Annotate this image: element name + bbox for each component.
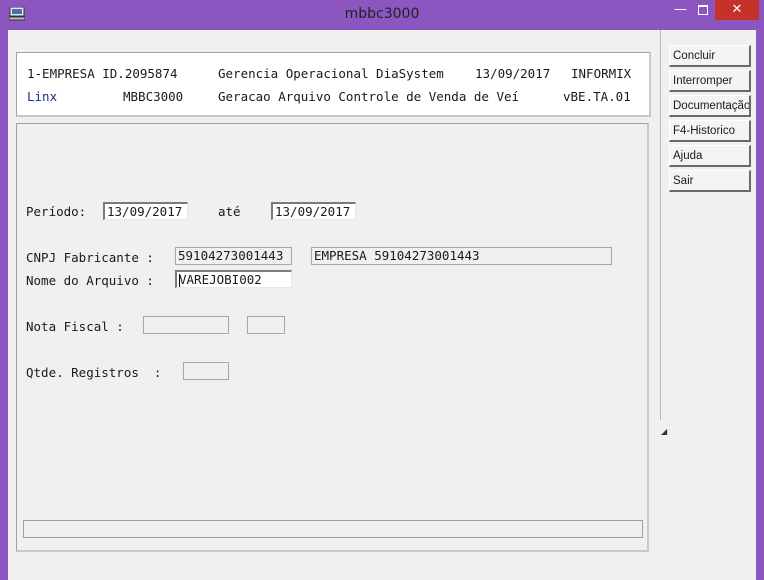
ajuda-button[interactable]: Ajuda: [669, 145, 751, 167]
panel-splitter[interactable]: [660, 30, 661, 420]
arquivo-label: Nome do Arquivo :: [26, 273, 154, 288]
program-description: Geracao Arquivo Controle de Venda de Veí: [218, 89, 520, 104]
periodo-from-input[interactable]: 13/09/2017: [103, 202, 188, 220]
window-title: mbbc3000: [344, 6, 420, 22]
maximize-icon: [697, 4, 708, 15]
resize-grip-icon[interactable]: ◢: [661, 427, 667, 436]
arquivo-value: VAREJOBI002: [179, 272, 262, 287]
interromper-button[interactable]: Interromper: [669, 70, 751, 92]
header-panel: 1-EMPRESA ID.2095874 Gerencia Operaciona…: [16, 52, 651, 117]
sair-button[interactable]: Sair: [669, 170, 751, 192]
nota-fiscal-input[interactable]: [143, 316, 229, 334]
program-code: MBBC3000: [123, 89, 184, 104]
periodo-separator: até: [218, 204, 241, 219]
program-version: vBE.TA.01: [563, 89, 631, 104]
cnpj-company-name: EMPRESA 59104273001443: [311, 247, 612, 265]
cnpj-input[interactable]: 59104273001443: [175, 247, 292, 265]
periodo-to-input[interactable]: 13/09/2017: [271, 202, 356, 220]
database-name: INFORMIX: [571, 66, 632, 81]
f4-historico-button[interactable]: F4-Historico: [669, 120, 751, 142]
maximize-button[interactable]: [691, 0, 714, 20]
form-panel: Período: 13/09/2017 até 13/09/2017 CNPJ …: [16, 123, 649, 552]
arquivo-input[interactable]: VAREJOBI002: [175, 270, 292, 288]
header-date: 13/09/2017: [475, 66, 551, 81]
concluir-button[interactable]: Concluir: [669, 45, 751, 67]
nota-fiscal-label: Nota Fiscal :: [26, 319, 124, 334]
client-area: 1-EMPRESA ID.2095874 Gerencia Operaciona…: [8, 30, 756, 580]
close-button[interactable]: ✕: [715, 0, 759, 20]
documentacao-button[interactable]: Documentação: [669, 95, 751, 117]
system-name: Gerencia Operacional DiaSystem: [218, 66, 444, 81]
qtde-registros-label: Qtde. Registros :: [26, 365, 162, 380]
status-bar: [23, 520, 643, 538]
cnpj-label: CNPJ Fabricante :: [26, 250, 154, 265]
company-id: 1-EMPRESA ID.2095874: [27, 66, 178, 81]
brand-label: Linx: [27, 89, 58, 104]
qtde-registros-input[interactable]: [183, 362, 229, 380]
nota-fiscal-serie-input[interactable]: [247, 316, 285, 334]
close-icon: ✕: [731, 2, 743, 17]
minimize-button[interactable]: —: [669, 0, 692, 20]
title-bar[interactable]: mbbc3000 — ✕: [0, 0, 764, 30]
periodo-label: Período:: [26, 204, 87, 219]
